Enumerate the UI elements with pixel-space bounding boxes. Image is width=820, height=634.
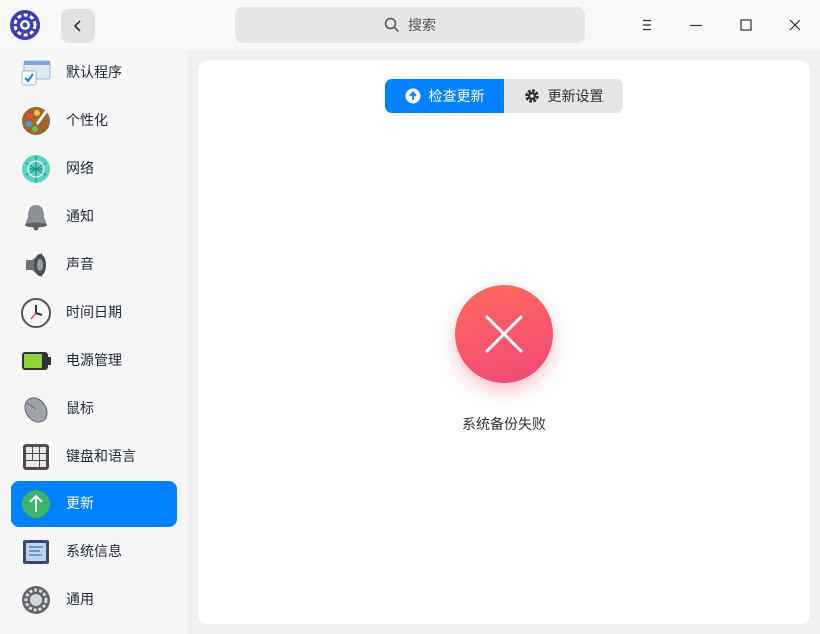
search-placeholder: 搜索 (408, 18, 436, 34)
tab-update-settings[interactable]: 更新设置 (504, 79, 623, 113)
system-info-icon (23, 540, 49, 564)
battery-icon (22, 352, 51, 370)
sidebar-item-sound[interactable]: 声音 (11, 242, 177, 288)
speaker-icon (26, 253, 46, 277)
app-logo-icon (9, 9, 41, 41)
sidebar-item-label: 默认程序 (66, 65, 122, 81)
close-icon (789, 19, 801, 31)
sidebar-item-keyboard[interactable]: 键盘和语言 (11, 434, 177, 480)
title-bar: 搜索 (0, 0, 820, 50)
sidebar-item-label: 声音 (66, 257, 94, 273)
sidebar-item-datetime[interactable]: 时间日期 (11, 290, 177, 336)
back-button[interactable] (61, 9, 95, 43)
arrow-up-circle-icon (405, 88, 420, 104)
sidebar-item-notifications[interactable]: 通知 (11, 194, 177, 240)
sidebar-item-general[interactable]: 通用 (11, 577, 177, 623)
sidebar-item-label: 个性化 (66, 113, 108, 129)
search-icon (384, 17, 400, 33)
sidebar-item-label: 键盘和语言 (66, 449, 136, 465)
sidebar-item-mouse[interactable]: 鼠标 (11, 386, 177, 432)
search-input[interactable]: 搜索 (235, 7, 585, 43)
sidebar-item-label: 通知 (66, 209, 94, 225)
update-icon (22, 490, 50, 518)
keyboard-icon (23, 444, 49, 470)
sidebar-item-personalization[interactable]: 个性化 (11, 98, 177, 144)
sidebar-item-label: 鼠标 (66, 401, 94, 417)
network-icon (22, 155, 50, 183)
menu-icon (643, 19, 651, 31)
sidebar-item-update[interactable]: 更新 (11, 481, 177, 527)
update-tabs: 检查更新 更新设置 (385, 79, 623, 113)
palette-icon (22, 107, 50, 135)
sidebar-item-label: 系统信息 (66, 544, 122, 560)
minimize-button[interactable] (684, 12, 708, 38)
sidebar-item-default-apps[interactable]: 默认程序 (11, 50, 177, 96)
general-icon (22, 586, 50, 614)
sidebar-item-label: 电源管理 (66, 353, 122, 369)
close-button[interactable] (783, 12, 807, 38)
sidebar-item-label: 时间日期 (66, 305, 122, 321)
menu-button[interactable] (635, 12, 659, 38)
tab-check-update-label: 检查更新 (428, 89, 485, 105)
tab-update-settings-label: 更新设置 (547, 89, 604, 105)
clock-icon (21, 298, 51, 328)
main-panel: 检查更新 更新设置 系统备份失败 (198, 60, 810, 624)
bell-icon (25, 205, 47, 231)
tab-check-update[interactable]: 检查更新 (385, 79, 504, 113)
mouse-icon (24, 397, 48, 423)
sidebar: 默认程序 个性化 网络 通知 声音 时间日期 电源管理 鼠标 键盘和语言 更新 … (0, 50, 188, 634)
chevron-left-icon (73, 20, 81, 32)
sidebar-item-label: 网络 (66, 161, 94, 177)
sidebar-item-label: 更新 (66, 496, 94, 512)
sidebar-item-system-info[interactable]: 系统信息 (11, 529, 177, 575)
gear-icon (524, 89, 539, 103)
sidebar-item-power[interactable]: 电源管理 (11, 338, 177, 384)
sidebar-item-network[interactable]: 网络 (11, 146, 177, 192)
maximize-button[interactable] (734, 12, 758, 38)
default-apps-icon (21, 60, 51, 86)
minimize-icon (690, 24, 702, 27)
sidebar-item-label: 通用 (66, 592, 94, 608)
maximize-icon (740, 19, 752, 31)
error-status-icon (455, 285, 553, 383)
status-message: 系统备份失败 (462, 417, 546, 433)
close-icon (485, 315, 523, 353)
